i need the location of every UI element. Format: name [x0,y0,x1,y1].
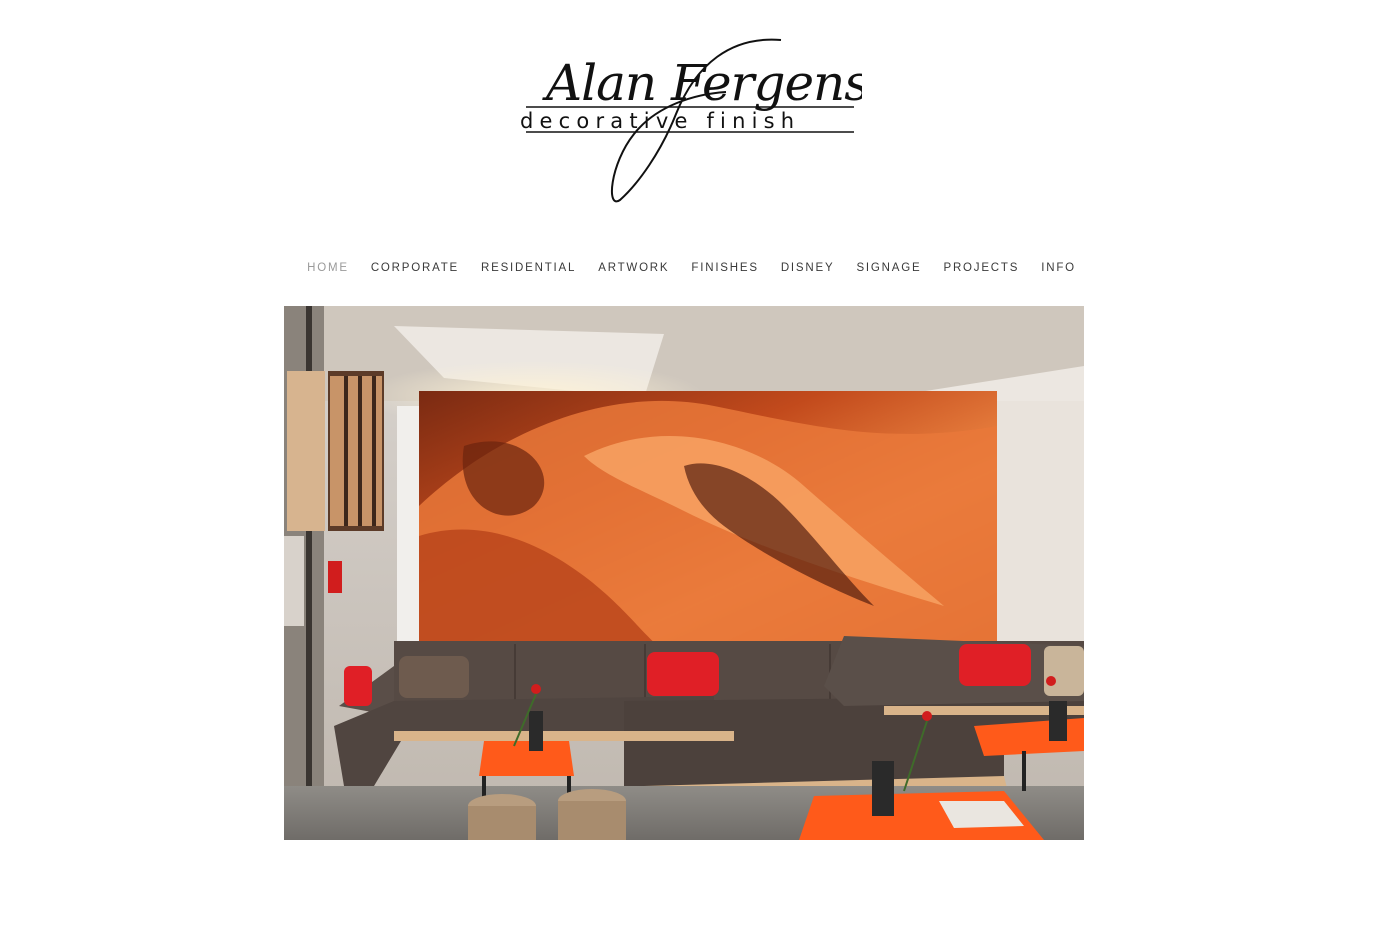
nav-item-finishes[interactable]: FINISHES [691,259,758,279]
lounge-mural-photo [284,306,1084,840]
site-logo[interactable]: Alan Fergens decorative finish [516,34,862,206]
logo-tagline: decorative finish [520,109,800,133]
nav-item-projects[interactable]: PROJECTS [943,259,1019,279]
main-nav: HOME CORPORATE RESIDENTIAL ARTWORK FINIS… [0,259,1383,279]
nav-item-disney[interactable]: DISNEY [781,259,835,279]
nav-item-info[interactable]: INFO [1041,259,1076,279]
nav-item-corporate[interactable]: CORPORATE [371,259,459,279]
nav-item-signage[interactable]: SIGNAGE [856,259,921,279]
logo-graphic: Alan Fergens decorative finish [520,38,862,203]
nav-item-residential[interactable]: RESIDENTIAL [481,259,576,279]
hero-image[interactable] [284,306,1084,840]
logo-name: Alan Fergens [542,54,862,112]
nav-item-artwork[interactable]: ARTWORK [598,259,669,279]
nav-item-home[interactable]: HOME [307,259,349,279]
